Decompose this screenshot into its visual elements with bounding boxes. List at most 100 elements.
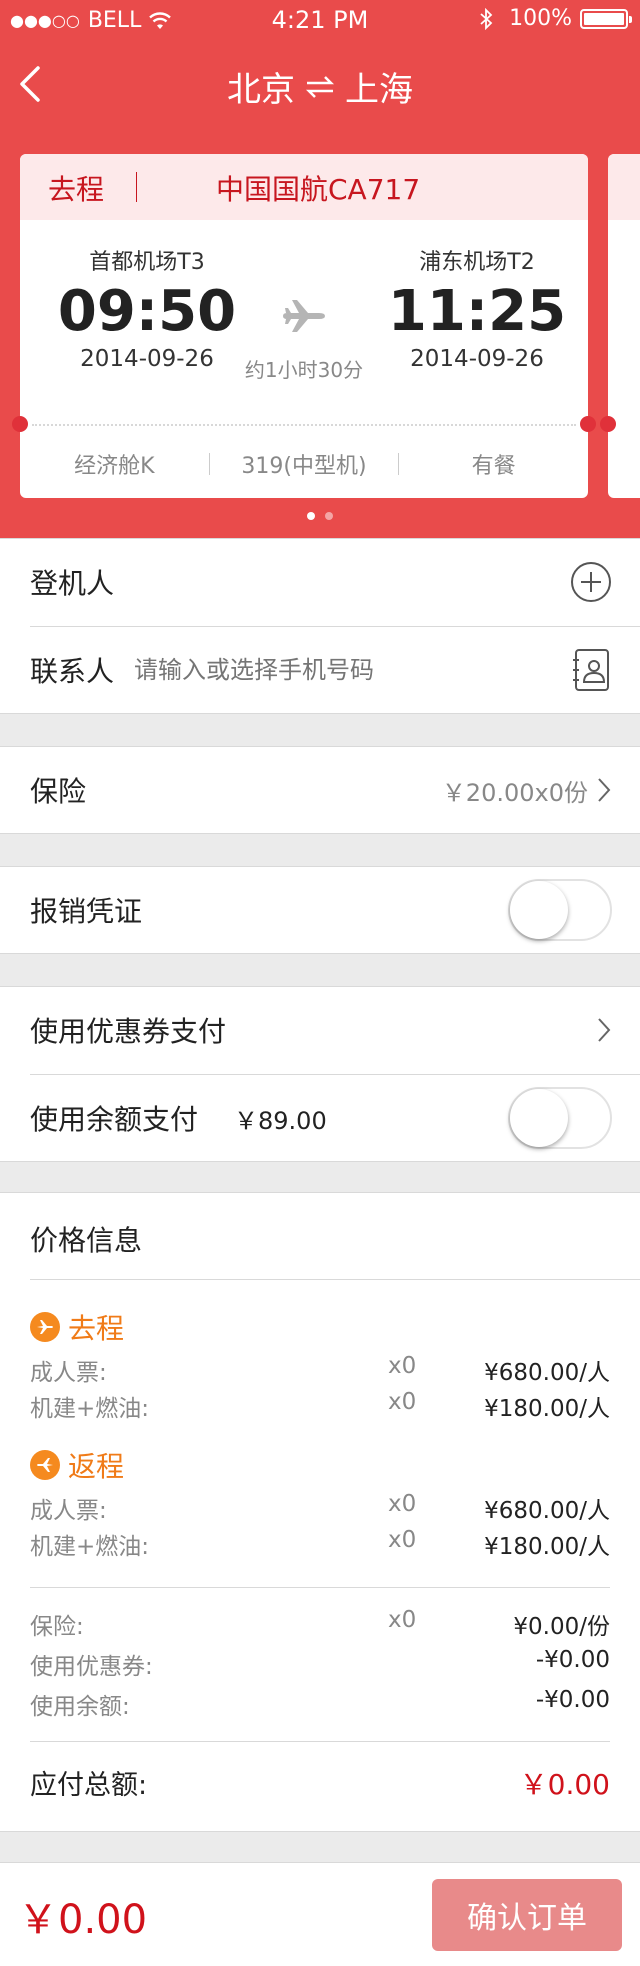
next-card-header [608, 154, 640, 220]
pager-dot [325, 512, 333, 520]
price-qty: x0 [388, 1389, 417, 1415]
return-header: 返程 [30, 1445, 124, 1485]
contact-label: 联系人 [30, 655, 115, 688]
return-label: 返程 [68, 1450, 125, 1483]
price-qty: x0 [388, 1353, 417, 1379]
row-divider [30, 1279, 640, 1280]
battery-icon [580, 8, 632, 29]
price-row: 成人票: x0 ¥680.00/人 [30, 1491, 610, 1527]
price-value: ¥0.00/份 [513, 1614, 610, 1640]
price-info-title: 价格信息 [30, 1224, 143, 1257]
arrival-info: 浦东机场T2 11:25 2014-09-26 [372, 244, 582, 372]
departure-date: 2014-09-26 [80, 346, 214, 372]
chevron-right-icon[interactable] [596, 1016, 612, 1044]
price-row: 成人票: x0 ¥680.00/人 [30, 1353, 610, 1389]
battery-percent: 100% [509, 6, 572, 31]
chevron-right-icon[interactable] [596, 776, 612, 804]
header-divider [136, 172, 137, 202]
price-label: 机建+燃油: [30, 1534, 150, 1560]
flight-details: 经济舱K 319(中型机) 有餐 [20, 444, 588, 484]
price-value: ¥180.00/人 [484, 1534, 610, 1560]
price-label: 使用余额: [30, 1694, 130, 1720]
route-title: 北京 上海 [0, 62, 640, 111]
aircraft-type: 319(中型机) [241, 454, 367, 479]
price-value: -¥0.00 [535, 1687, 610, 1713]
add-passenger-wrap [570, 539, 612, 625]
outbound-label: 去程 [68, 1312, 125, 1345]
price-row: 使用余额: -¥0.00 [30, 1687, 610, 1723]
departure-airport: 首都机场T3 [89, 250, 205, 275]
next-flight-card-peek[interactable] [600, 154, 640, 498]
price-value: ¥680.00/人 [484, 1360, 610, 1386]
balance-toggle-wrap [508, 1075, 612, 1161]
flight-duration: 约1小时30分 [244, 358, 364, 382]
price-row: 保险: x0 ¥0.00/份 [30, 1607, 610, 1643]
add-circle-icon[interactable] [570, 561, 612, 603]
price-label: 保险: [30, 1614, 84, 1640]
swap-arrows-icon[interactable] [303, 74, 337, 100]
receipt-label: 报销凭证 [30, 895, 143, 928]
receipt-section: 报销凭证 [0, 866, 640, 954]
price-label: 使用优惠券: [30, 1654, 153, 1680]
price-row: 机建+燃油: x0 ¥180.00/人 [30, 1389, 610, 1425]
payment-section: 使用优惠券支付 使用余额支付 ￥89.00 [0, 986, 640, 1162]
flight-card[interactable]: 去程 中国国航CA717 首都机场T3 09:50 2014-09-26 约1小… [12, 154, 596, 498]
boarding-person-label: 登机人 [30, 567, 115, 600]
price-qty: x0 [388, 1607, 417, 1633]
price-label: 机建+燃油: [30, 1396, 150, 1422]
departure-plane-icon [30, 1312, 60, 1342]
arrival-airport: 浦东机场T2 [419, 250, 535, 275]
trip-direction: 去程 [48, 173, 105, 206]
departure-info: 首都机场T3 09:50 2014-09-26 [42, 244, 252, 372]
card-pager [0, 512, 640, 520]
nav-bar: 北京 上海 [0, 52, 640, 118]
balance-value: ￥89.00 [234, 1106, 327, 1135]
balance-toggle[interactable] [508, 1087, 612, 1149]
bottom-total-price: ￥0.00 [18, 1897, 148, 1943]
contact-book-icon[interactable] [572, 648, 612, 692]
return-plane-icon [30, 1450, 60, 1480]
row-divider [30, 1741, 610, 1742]
ticket-notch-left [12, 416, 28, 432]
insurance-label: 保险 [30, 775, 87, 808]
status-right: 100% [479, 6, 632, 31]
coupon-row[interactable]: 使用优惠券支付 [30, 987, 640, 1073]
to-city: 上海 [345, 70, 413, 110]
price-value: ¥180.00/人 [484, 1396, 610, 1422]
insurance-value: ￥20.00x0份 [441, 778, 588, 807]
ticket-notch-right [580, 416, 596, 432]
receipt-toggle[interactable] [508, 879, 612, 941]
confirm-order-button[interactable]: 确认订单 [432, 1879, 622, 1951]
price-value: ¥680.00/人 [484, 1498, 610, 1524]
price-label: 成人票: [30, 1360, 107, 1386]
price-row: 机建+燃油: x0 ¥180.00/人 [30, 1527, 610, 1563]
contact-row: 联系人 [30, 627, 640, 713]
arrival-date: 2014-09-26 [410, 346, 544, 372]
insurance-right: ￥20.00x0份 [442, 747, 612, 833]
arrival-time: 11:25 [387, 279, 567, 344]
contact-phone-input[interactable] [134, 656, 495, 684]
header: ●●●○○ BELL 4:21 PM 100% 北京 上海 去程 中国国航CA7… [0, 0, 640, 538]
balance-label: 使用余额支付 [30, 1103, 199, 1136]
flight-number: 中国国航CA717 [216, 173, 421, 206]
toggle-knob [510, 881, 568, 939]
flight-duration-block: 约1小时30分 [230, 296, 378, 383]
price-value: -¥0.00 [535, 1647, 610, 1673]
status-bar: ●●●○○ BELL 4:21 PM 100% [0, 0, 640, 40]
boarding-person-row[interactable]: 登机人 [30, 539, 640, 625]
bluetooth-icon [480, 7, 493, 30]
ticket-notch-left [600, 416, 616, 432]
meal-info: 有餐 [471, 454, 516, 479]
cabin-class: 经济舱K [74, 454, 155, 479]
passenger-section: 登机人 联系人 [0, 538, 640, 714]
price-info-section: 价格信息 去程 成人票: x0 ¥680.00/人 机建+燃油: x0 ¥180… [0, 1192, 640, 1832]
row-divider [30, 1587, 610, 1588]
toggle-knob [510, 1089, 568, 1147]
coupon-label: 使用优惠券支付 [30, 1015, 227, 1048]
price-qty: x0 [388, 1491, 417, 1517]
insurance-section[interactable]: 保险 ￥20.00x0份 [0, 746, 640, 834]
from-city: 北京 [227, 70, 295, 110]
dotted-divider [32, 424, 576, 426]
price-row: 使用优惠券: -¥0.00 [30, 1647, 610, 1683]
airplane-icon [283, 300, 325, 332]
